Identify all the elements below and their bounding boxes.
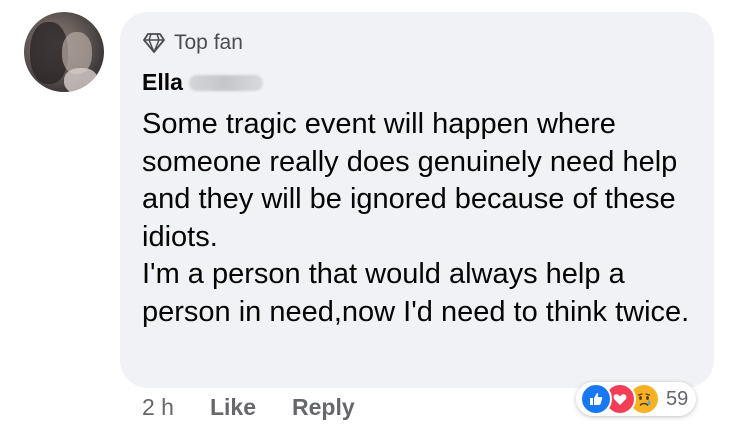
- comment-actions: 2 h Like Reply: [142, 394, 391, 421]
- diamond-icon: [143, 33, 165, 53]
- author-name[interactable]: Ella: [142, 69, 183, 96]
- comment-bubble: Top fan Ella Some tragic event will happ…: [120, 12, 714, 388]
- reaction-count: 59: [666, 387, 689, 410]
- comment-timestamp[interactable]: 2 h: [142, 394, 174, 421]
- badge-label: Top fan: [174, 31, 243, 54]
- reaction-summary[interactable]: 59: [576, 382, 697, 416]
- top-fan-badge: Top fan: [142, 31, 243, 55]
- comment-text: Some tragic event will happen where some…: [142, 106, 702, 331]
- like-button[interactable]: Like: [210, 394, 256, 421]
- author-surname-blurred: [188, 74, 263, 91]
- comment-paragraph-1: Some tragic event will happen where some…: [142, 108, 678, 253]
- reply-button[interactable]: Reply: [292, 394, 355, 421]
- author-row: Ella: [142, 69, 263, 96]
- comment-paragraph-2: I'm a person that would always help a pe…: [142, 258, 690, 328]
- profile-avatar[interactable]: [24, 12, 104, 92]
- like-reaction-icon: [580, 383, 612, 415]
